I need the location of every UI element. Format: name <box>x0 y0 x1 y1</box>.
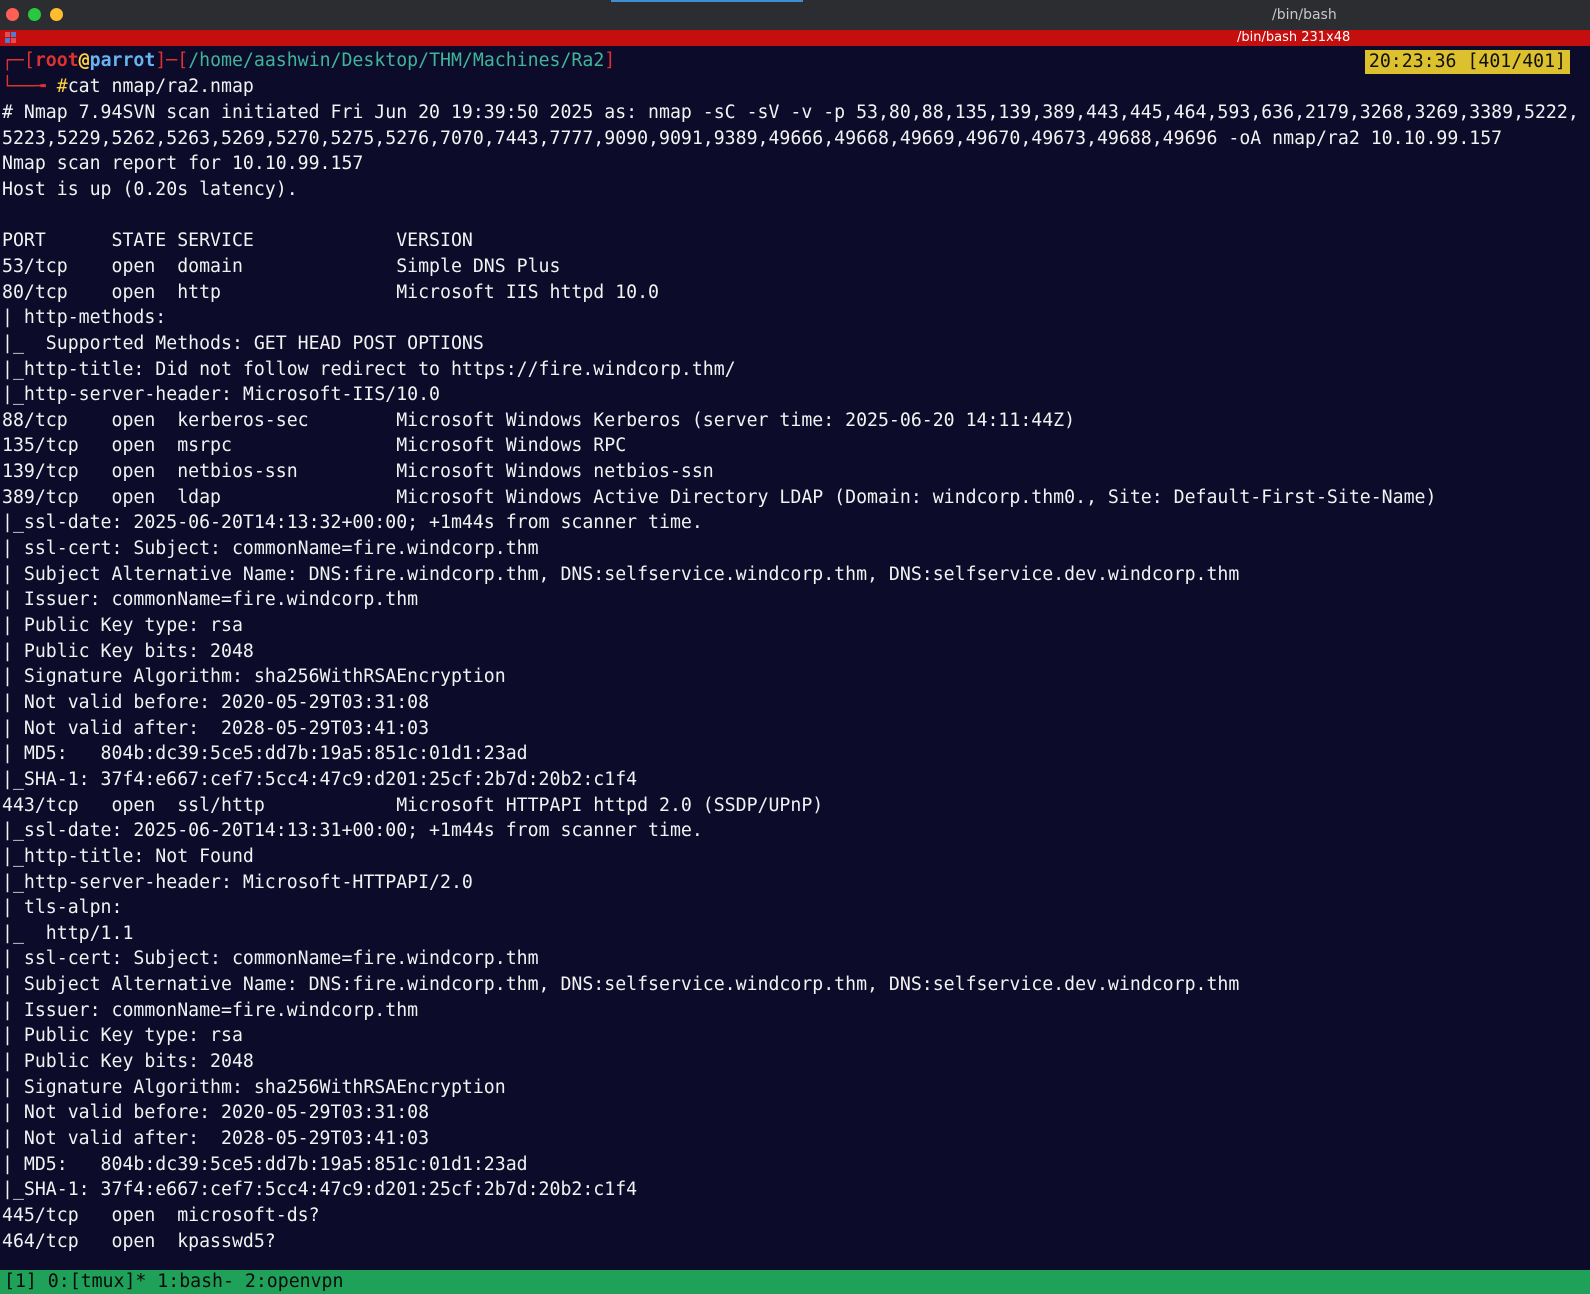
prompt-at: @ <box>78 50 90 71</box>
window-titlebar: /bin/bash <box>0 0 1590 30</box>
tmux-clock: 20:23:36 [401/401] <box>1364 50 1570 74</box>
tmux-pane-header: /bin/bash 231x48 <box>0 30 1590 46</box>
output-line: 135/tcp open msrpc Microsoft Windows RPC <box>2 435 627 457</box>
output-line: |_http-server-header: Microsoft-HTTPAPI/… <box>2 871 473 893</box>
output-line: | http-methods: <box>2 307 167 329</box>
output-line: | Public Key type: rsa <box>2 1025 243 1047</box>
prompt-path: /home/aashwin/Desktop/THM/Machines/Ra2 <box>188 50 605 71</box>
output-line: |_ssl-date: 2025-06-20T14:13:31+00:00; +… <box>2 820 703 842</box>
output-line: |_ http/1.1 <box>2 922 134 944</box>
output-line: |_ Supported Methods: GET HEAD POST OPTI… <box>2 332 484 354</box>
output-line: |_http-title: Did not follow redirect to… <box>2 358 736 380</box>
output-line: 88/tcp open kerberos-sec Microsoft Windo… <box>2 409 1076 431</box>
output-line: | Issuer: commonName=fire.windcorp.thm <box>2 589 419 611</box>
output-line: PORT STATE SERVICE VERSION <box>2 230 473 252</box>
output-line: 5223,5229,5262,5263,5269,5270,5275,5276,… <box>2 127 1503 149</box>
output-line: | Subject Alternative Name: DNS:fire.win… <box>2 974 1240 996</box>
tmux-window-list[interactable]: [1] 0:[tmux]* 1:bash- 2:openvpn <box>4 1270 343 1294</box>
output-line: | MD5: 804b:dc39:5ce5:dd7b:19a5:851c:01d… <box>2 743 528 765</box>
prompt-user: root <box>34 50 79 71</box>
prompt-host: parrot <box>89 50 156 71</box>
output-line: |_SHA-1: 37f4:e667:cef7:5cc4:47c9:d201:2… <box>2 768 638 790</box>
output-line: | Not valid after: 2028-05-29T03:41:03 <box>2 1128 430 1149</box>
output-line: | Subject Alternative Name: DNS:fire.win… <box>2 563 1240 585</box>
terminal-output[interactable]: ┌─[root@parrot]─[/home/aashwin/Desktop/T… <box>0 48 1590 1268</box>
maximize-window-button[interactable] <box>28 8 41 21</box>
output-line: |_http-title: Not Found <box>2 845 254 867</box>
output-line: | MD5: 804b:dc39:5ce5:dd7b:19a5:851c:01d… <box>2 1153 528 1175</box>
prompt-line-1: ┌─[root@parrot]─[/home/aashwin/Desktop/T… <box>2 50 616 71</box>
output-line: | Signature Algorithm: sha256WithRSAEncr… <box>2 1076 506 1098</box>
output-line: | Not valid before: 2020-05-29T03:31:08 <box>2 691 430 713</box>
output-line: 443/tcp open ssl/http Microsoft HTTPAPI … <box>2 794 824 816</box>
output-line: |_SHA-1: 37f4:e667:cef7:5cc4:47c9:d201:2… <box>2 1179 638 1201</box>
prompt-symbol: # <box>56 76 68 97</box>
output-line: Host is up (0.20s latency). <box>2 178 298 200</box>
output-line: | Signature Algorithm: sha256WithRSAEncr… <box>2 666 506 688</box>
output-line: |_http-server-header: Microsoft-IIS/10.0 <box>2 384 440 406</box>
output-line: | Not valid before: 2020-05-29T03:31:08 <box>2 1102 430 1124</box>
output-line: 139/tcp open netbios-ssn Microsoft Windo… <box>2 461 714 483</box>
output-line: | Not valid after: 2028-05-29T03:41:03 <box>2 717 430 739</box>
minimize-window-button[interactable] <box>50 8 63 21</box>
close-window-button[interactable] <box>6 8 19 21</box>
output-line: # Nmap 7.94SVN scan initiated Fri Jun 20… <box>2 102 1579 123</box>
output-line: | ssl-cert: Subject: commonName=fire.win… <box>2 538 539 560</box>
output-line: | Public Key bits: 2048 <box>2 1051 254 1073</box>
output-line: 464/tcp open kpasswd5? <box>2 1230 276 1252</box>
output-line: 80/tcp open http Microsoft IIS httpd 10.… <box>2 281 659 303</box>
window-title: /bin/bash <box>1272 7 1337 23</box>
prompt-line-2: └──╼ #cat nmap/ra2.nmap <box>2 76 254 97</box>
output-line: | Public Key type: rsa <box>2 615 243 636</box>
output-line: 389/tcp open ldap Microsoft Windows Acti… <box>2 486 1437 508</box>
output-line: | ssl-cert: Subject: commonName=fire.win… <box>2 948 539 970</box>
output-line: 53/tcp open domain Simple DNS Plus <box>2 255 561 277</box>
pane-info: /bin/bash 231x48 <box>1237 30 1351 45</box>
output-line: |_ssl-date: 2025-06-20T14:13:32+00:00; +… <box>2 512 703 534</box>
tmux-pane-icon <box>5 32 17 44</box>
prompt-command: cat nmap/ra2.nmap <box>67 76 254 97</box>
output-line: | Issuer: commonName=fire.windcorp.thm <box>2 999 419 1021</box>
output-line: Nmap scan report for 10.10.99.157 <box>2 153 364 175</box>
output-line: 445/tcp open microsoft-ds? <box>2 1204 320 1226</box>
output-line: | tls-alpn: <box>2 897 123 919</box>
tmux-status-bar: [1] 0:[tmux]* 1:bash- 2:openvpn <box>0 1270 1590 1294</box>
active-tab-indicator <box>611 0 803 2</box>
output-line: | Public Key bits: 2048 <box>2 640 254 662</box>
